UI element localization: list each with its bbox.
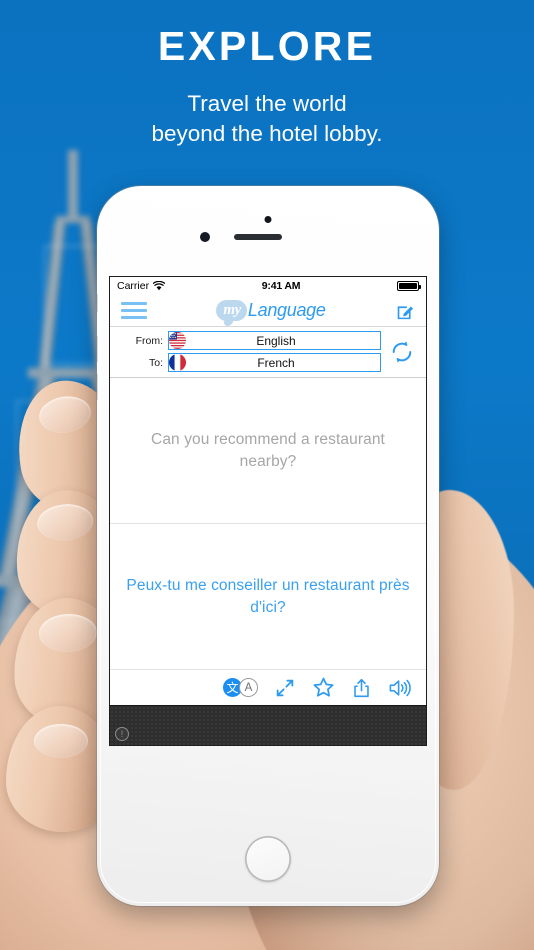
to-language-value: French bbox=[257, 355, 295, 370]
translated-text-pane[interactable]: Peux-tu me conseiller un restaurant près… bbox=[110, 524, 426, 669]
logo-speech-bubble: my bbox=[216, 300, 247, 321]
language-row-to: To: French bbox=[120, 353, 381, 372]
hamburger-menu-icon[interactable] bbox=[121, 302, 147, 319]
source-text-pane[interactable]: Can you recommend a restaurant nearby? bbox=[110, 378, 426, 523]
promo-title: EXPLORE bbox=[157, 23, 377, 69]
phone-screen: Carrier 9:41 AM my Language From: Englis… bbox=[109, 276, 427, 746]
battery-icon bbox=[397, 281, 421, 291]
language-row-from: From: English bbox=[120, 331, 381, 350]
earpiece-speaker bbox=[234, 234, 282, 240]
app-logo: my Language bbox=[216, 300, 326, 321]
status-bar: Carrier 9:41 AM bbox=[110, 277, 426, 295]
source-text: Can you recommend a restaurant nearby? bbox=[151, 430, 385, 470]
silent-switch[interactable] bbox=[97, 294, 98, 312]
from-language-field[interactable]: English bbox=[168, 331, 381, 350]
expand-fullscreen-icon[interactable] bbox=[274, 677, 296, 699]
volume-down-button[interactable] bbox=[97, 374, 98, 400]
promo-subtitle-line2: beyond the hotel lobby. bbox=[151, 120, 383, 146]
proximity-sensor-icon bbox=[200, 232, 210, 242]
promo-subtitle: Travel the world beyond the hotel lobby. bbox=[0, 89, 534, 148]
app-header: my Language bbox=[110, 295, 426, 327]
translated-text: Peux-tu me conseiller un restaurant près… bbox=[126, 576, 410, 616]
status-time: 9:41 AM bbox=[261, 280, 301, 292]
promo-subtitle-line1: Travel the world bbox=[187, 91, 347, 116]
swap-languages-icon[interactable] bbox=[388, 338, 416, 366]
from-label: From: bbox=[135, 334, 163, 347]
carrier-label: Carrier bbox=[117, 280, 150, 292]
keyboard-dock: ! bbox=[110, 705, 426, 745]
phone-device: Carrier 9:41 AM my Language From: Englis… bbox=[97, 186, 439, 906]
keyboard-info-icon[interactable]: ! bbox=[115, 727, 129, 741]
language-selector: From: English To: French bbox=[110, 327, 426, 378]
speaker-audio-icon[interactable] bbox=[388, 677, 412, 699]
front-camera-icon bbox=[264, 216, 272, 223]
home-button[interactable] bbox=[245, 836, 291, 882]
to-language-field[interactable]: French bbox=[168, 353, 381, 372]
volume-up-button[interactable] bbox=[97, 336, 98, 362]
star-favorite-icon[interactable] bbox=[312, 676, 335, 699]
compose-edit-icon[interactable] bbox=[395, 301, 415, 321]
from-language-value: English bbox=[256, 333, 296, 348]
wifi-icon bbox=[153, 281, 166, 291]
to-label: To: bbox=[148, 356, 163, 369]
promo-headline: EXPLORE Travel the world beyond the hote… bbox=[0, 26, 534, 148]
action-toolbar: 文 A bbox=[110, 669, 426, 705]
flag-france-icon bbox=[169, 354, 186, 371]
share-upload-icon[interactable] bbox=[351, 677, 372, 699]
flag-usa-icon bbox=[169, 332, 186, 349]
logo-prefix: my bbox=[223, 302, 241, 318]
translate-latin-badge: A bbox=[239, 678, 258, 697]
translate-toggle[interactable]: 文 A bbox=[223, 678, 258, 697]
logo-suffix: Language bbox=[247, 300, 326, 320]
